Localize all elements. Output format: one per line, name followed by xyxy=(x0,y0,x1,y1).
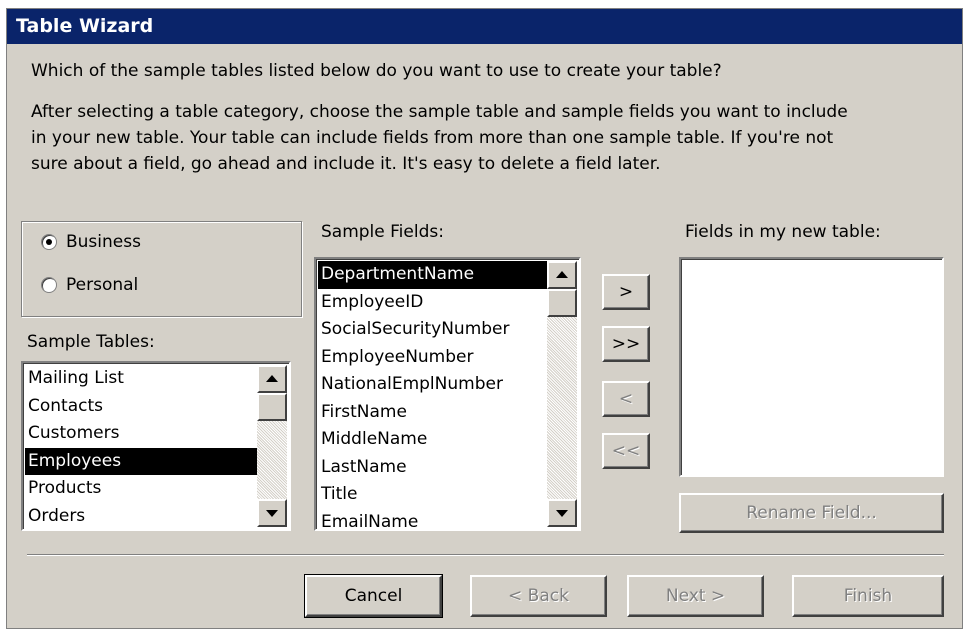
list-item[interactable]: Contacts xyxy=(25,393,257,421)
radio-business-label: Business xyxy=(66,232,141,252)
add-field-button[interactable]: > xyxy=(602,274,650,310)
list-item[interactable]: NationalEmplNumber xyxy=(318,371,547,399)
list-item[interactable]: Orders xyxy=(25,503,257,530)
list-item[interactable]: EmailName xyxy=(318,509,547,530)
list-item[interactable]: Title xyxy=(318,481,547,509)
radio-personal[interactable]: Personal xyxy=(41,272,241,300)
list-item[interactable]: FirstName xyxy=(318,399,547,427)
scroll-down-button[interactable] xyxy=(547,499,577,527)
cancel-button[interactable]: Cancel xyxy=(304,574,443,618)
list-item[interactable]: MiddleName xyxy=(318,426,547,454)
sample-fields-label: Sample Fields: xyxy=(321,222,444,242)
list-item[interactable]: Mailing List xyxy=(25,365,257,393)
down-arrow-icon xyxy=(556,510,568,517)
sample-tables-label: Sample Tables: xyxy=(27,332,155,352)
radio-personal-indicator[interactable] xyxy=(41,277,57,293)
up-arrow-icon xyxy=(556,271,568,278)
sample-tables-list[interactable]: Mailing List Contacts Customers Employee… xyxy=(21,361,291,531)
new-table-fields-label: Fields in my new table: xyxy=(685,222,881,242)
scroll-up-button[interactable] xyxy=(547,261,577,289)
instruction-line-1: After selecting a table category, choose… xyxy=(31,102,848,122)
back-button[interactable]: < Back xyxy=(470,575,607,617)
list-item[interactable]: EmployeeID xyxy=(318,289,547,317)
question-text: Which of the sample tables listed below … xyxy=(31,61,722,81)
remove-field-button[interactable]: < xyxy=(602,381,650,417)
scroll-thumb[interactable] xyxy=(547,289,577,317)
list-item[interactable]: SocialSecurityNumber xyxy=(318,316,547,344)
scroll-thumb[interactable] xyxy=(257,393,287,421)
rename-field-button[interactable]: Rename Field... xyxy=(679,493,944,533)
instruction-line-2: in your new table. Your table can includ… xyxy=(31,128,834,148)
title-bar: Table Wizard xyxy=(7,9,962,44)
table-wizard-dialog: Table Wizard Which of the sample tables … xyxy=(6,8,963,629)
remove-all-fields-button[interactable]: << xyxy=(602,433,650,469)
list-item[interactable]: LastName xyxy=(318,454,547,482)
list-item-selected[interactable]: Employees xyxy=(25,447,257,475)
list-item[interactable]: EmployeeNumber xyxy=(318,344,547,372)
scroll-down-button[interactable] xyxy=(257,499,287,527)
finish-button[interactable]: Finish xyxy=(792,575,944,617)
add-all-fields-button[interactable]: >> xyxy=(602,326,650,362)
list-item[interactable]: Products xyxy=(25,475,257,503)
next-button[interactable]: Next > xyxy=(627,575,764,617)
sample-tables-scrollbar[interactable] xyxy=(257,365,287,527)
sample-fields-scrollbar[interactable] xyxy=(547,261,577,527)
down-arrow-icon xyxy=(266,510,278,517)
new-table-fields-list[interactable] xyxy=(679,257,944,477)
up-arrow-icon xyxy=(266,375,278,382)
radio-business-indicator[interactable] xyxy=(41,234,57,250)
instruction-line-3: sure about a field, go ahead and include… xyxy=(31,154,661,174)
footer-separator xyxy=(27,554,944,556)
radio-personal-label: Personal xyxy=(66,275,139,295)
scroll-up-button[interactable] xyxy=(257,365,287,393)
sample-fields-list[interactable]: DepartmentName EmployeeID SocialSecurity… xyxy=(314,257,581,531)
list-item-selected[interactable]: DepartmentName xyxy=(318,261,547,289)
list-item[interactable]: Customers xyxy=(25,420,257,448)
radio-business[interactable]: Business xyxy=(41,229,241,257)
